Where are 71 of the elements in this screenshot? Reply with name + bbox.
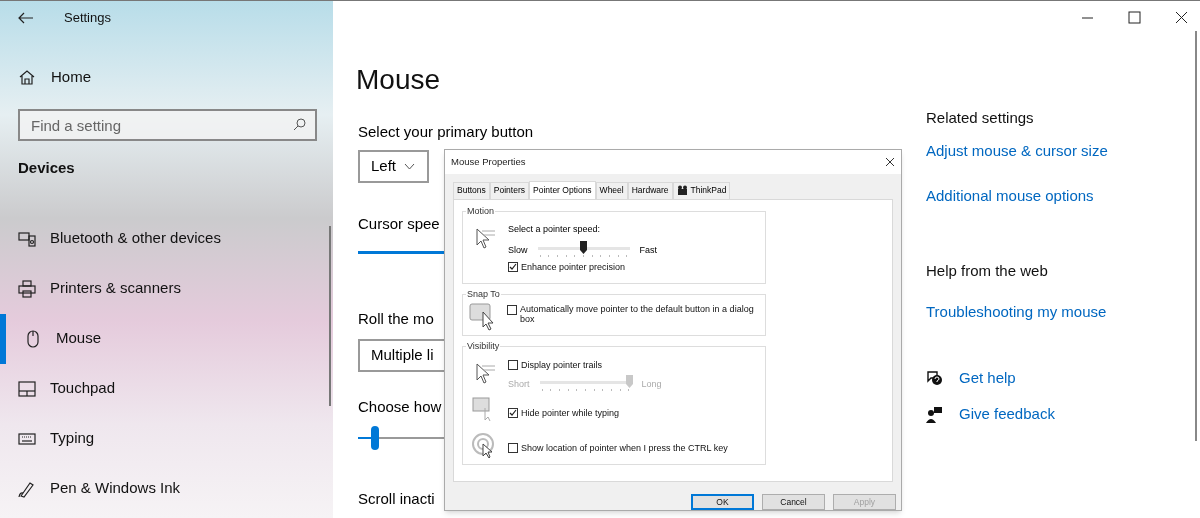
tab[interactable]: Pointers	[489, 181, 529, 199]
maximize-icon[interactable]	[1126, 9, 1143, 26]
feedback-icon	[926, 405, 943, 423]
section-heading: Related settings	[926, 108, 1034, 128]
slider-label: Short	[508, 377, 530, 391]
setting-label: Choose how	[358, 396, 442, 417]
page-title: Mouse	[356, 63, 441, 97]
group-title: Visibility	[466, 339, 501, 354]
back-icon[interactable]	[18, 12, 34, 24]
search-field[interactable]: Find a setting	[18, 109, 317, 141]
home-icon	[19, 69, 35, 85]
pointer-location-icon	[471, 431, 497, 458]
close-icon[interactable]	[885, 156, 895, 167]
devices-icon	[18, 229, 36, 248]
checkbox[interactable]	[508, 408, 518, 419]
help-icon	[926, 369, 943, 387]
nav-item[interactable]: Pen & Windows Ink	[0, 463, 333, 514]
label: Select a pointer speed:	[508, 222, 601, 236]
slider-label: Fast	[639, 243, 658, 257]
checkbox-label: Enhance pointer precision	[521, 261, 626, 275]
setting-label: Scroll inacti	[358, 489, 435, 509]
slider-thumb[interactable]	[625, 375, 633, 389]
link[interactable]: Adjust mouse & cursor size	[926, 139, 1108, 162]
link[interactable]: Get help	[959, 366, 1016, 389]
dialog-button[interactable]: OK	[691, 494, 754, 510]
slider[interactable]	[539, 375, 632, 394]
search-icon	[293, 118, 306, 131]
checkbox-label: Hide pointer while typing	[521, 407, 620, 421]
dialog-button-icon	[469, 302, 497, 331]
setting-label: Roll the mo	[358, 309, 434, 329]
dialog-button[interactable]: Cancel	[762, 494, 825, 510]
slider-thumb[interactable]	[371, 426, 380, 450]
dialog-title: Mouse Properties	[451, 154, 526, 169]
setting-label: Cursor spee	[358, 213, 440, 234]
slider[interactable]	[537, 241, 630, 260]
setting-label: Select your primary button	[358, 122, 534, 142]
checkbox-label: Automatically move pointer to the default button in a dialog box	[520, 303, 755, 324]
touchpad-icon	[18, 379, 36, 398]
mouse-icon	[24, 329, 42, 348]
printer-icon	[18, 279, 36, 298]
nav-item[interactable]: Bluetooth & other devices	[0, 213, 333, 264]
tab[interactable]: Buttons	[453, 181, 490, 199]
nav-item[interactable]: Printers & scanners	[0, 263, 333, 314]
checkbox[interactable]	[508, 262, 518, 273]
section-heading: Devices	[18, 158, 75, 178]
tab[interactable]: ThinkPad	[672, 181, 731, 199]
nav-item[interactable]: Touchpad	[0, 363, 333, 414]
checkbox-label: Display pointer trails	[521, 358, 603, 372]
section-heading: Help from the web	[926, 260, 1048, 281]
slider-label: Slow	[508, 243, 528, 257]
tab[interactable]: Hardware	[627, 181, 673, 199]
tab[interactable]: Wheel	[595, 181, 628, 199]
checkbox[interactable]	[508, 359, 518, 370]
chevron-icon	[404, 162, 416, 170]
slider[interactable]	[358, 426, 444, 450]
home-link[interactable]: Home	[51, 65, 91, 89]
window-title: Settings	[64, 9, 111, 28]
link[interactable]: Troubleshooting my mouse	[926, 301, 1107, 324]
dropdown[interactable]: Left	[358, 149, 429, 183]
checkbox[interactable]	[508, 442, 518, 453]
link[interactable]: Additional mouse options	[926, 185, 1094, 208]
link[interactable]: Give feedback	[959, 403, 1055, 426]
checkbox[interactable]	[507, 304, 517, 315]
tab[interactable]: Pointer Options	[529, 180, 596, 200]
slider-track[interactable]	[358, 251, 444, 254]
slider-thumb[interactable]	[579, 241, 587, 255]
close-icon[interactable]	[1173, 9, 1190, 26]
device-icon	[676, 185, 688, 197]
checkbox-label: Show location of pointer when I press the CTRL key	[521, 441, 728, 455]
slider-label: Long	[641, 377, 662, 391]
nav-item[interactable]: Typing	[0, 413, 333, 464]
